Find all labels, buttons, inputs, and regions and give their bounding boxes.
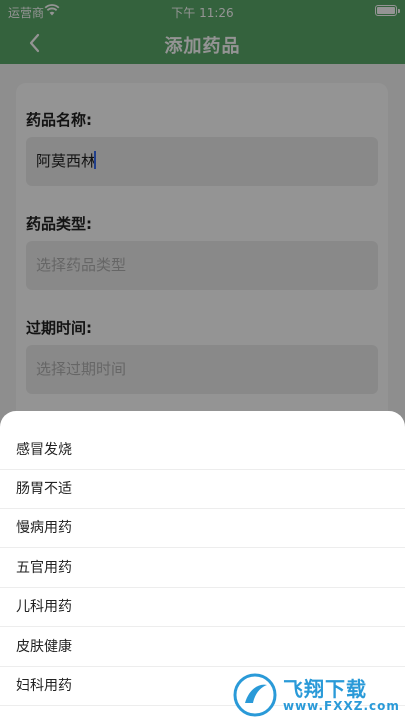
- logo-icon: [233, 673, 277, 717]
- picker-option[interactable]: 儿科用药: [0, 588, 405, 627]
- watermark-url: www.FXXZ.com: [283, 699, 400, 713]
- picker-option[interactable]: 五官用药: [0, 549, 405, 588]
- watermark-name: 飞翔下载: [283, 677, 367, 701]
- watermark: 飞翔下载 www.FXXZ.com: [233, 673, 399, 717]
- picker-option[interactable]: 肠胃不适: [0, 470, 405, 509]
- picker-option[interactable]: 皮肤健康: [0, 628, 405, 667]
- picker-option[interactable]: 感冒发烧: [0, 431, 405, 470]
- picker-option[interactable]: 慢病用药: [0, 509, 405, 548]
